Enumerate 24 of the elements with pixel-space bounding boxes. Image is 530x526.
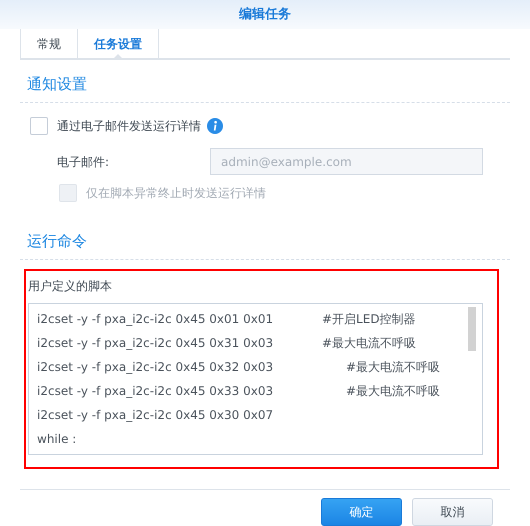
code-text: while : <box>37 431 78 448</box>
script-editor[interactable] <box>28 303 483 456</box>
window-title: 编辑任务 <box>239 6 291 24</box>
cancel-button[interactable]: 取消 <box>412 498 493 526</box>
scrollbar-icon <box>468 307 476 352</box>
code-comment: #最大电流不呼吸 <box>322 335 416 352</box>
email-label: 电子邮件: <box>57 154 110 171</box>
tab[interactable]: 任务设置 <box>78 29 159 58</box>
code-text: i2cset -y -f pxa_i2c-i2c 0x45 0x31 0x03 <box>37 335 274 352</box>
code-comment: #开启LED控制器 <box>322 311 416 328</box>
tab[interactable]: 常规 <box>20 29 78 58</box>
checkbox-label: 仅在脚本异常终止时发送运行详情 <box>86 185 266 202</box>
section-heading: 运行命令 <box>27 232 87 250</box>
code-text: i2cset -y -f pxa_i2c-i2c 0x45 0x30 0x07 <box>37 407 274 424</box>
checkbox-label: 通过电子邮件发送运行详情 <box>57 118 201 136</box>
checkbox[interactable] <box>30 117 48 136</box>
info-icon[interactable] <box>207 118 223 134</box>
section-heading: 通知设置 <box>27 75 87 94</box>
script-label: 用户定义的脚本 <box>28 278 113 296</box>
code-text: i2cset -y -f pxa_i2c-i2c 0x45 0x01 0x01 <box>37 311 274 328</box>
code-text: i2cset -y -f pxa_i2c-i2c 0x45 0x33 0x03 <box>37 383 274 400</box>
code-text: i2cset -y -f pxa_i2c-i2c 0x45 0x32 0x03 <box>37 359 274 376</box>
code-comment: #最大电流不呼吸 <box>346 359 440 376</box>
code-comment: #最大电流不呼吸 <box>346 383 440 400</box>
